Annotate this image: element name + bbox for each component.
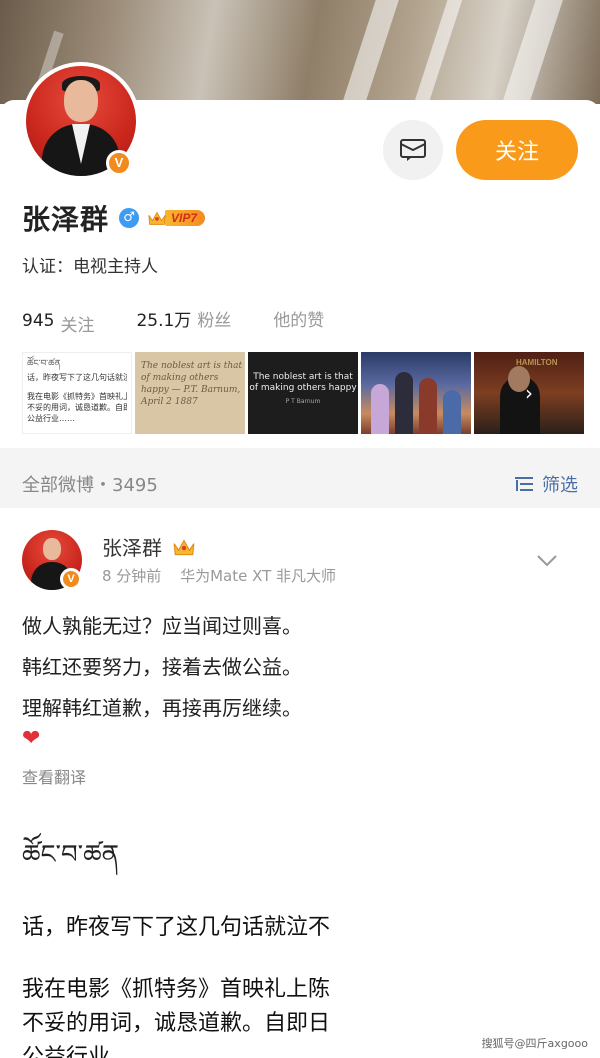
crown-icon <box>173 538 195 555</box>
crown-icon <box>148 211 166 225</box>
post-time: 8 分钟前 <box>102 567 162 585</box>
profile-name: 张泽群 <box>22 203 110 236</box>
heart-emoji-icon: ❤ <box>22 726 41 751</box>
post-author[interactable]: 张泽群 <box>102 532 196 561</box>
vip-badge[interactable]: VIP7 <box>147 209 206 227</box>
following-stat[interactable]: 945 关注 <box>22 311 94 336</box>
filter-icon <box>515 477 533 491</box>
translate-link[interactable]: 查看翻译 <box>22 764 86 788</box>
album-thumbnail-more[interactable]: HAMILTON › <box>474 352 584 434</box>
album-thumbnail[interactable]: The noblest art is that of making others… <box>248 352 358 434</box>
feed-title: 全部微博・3495 <box>22 475 158 496</box>
feed-filter-bar: 全部微博・3495 筛选 <box>0 460 600 508</box>
chevron-right-icon: › <box>474 352 584 434</box>
post-meta: 8 分钟前 华为Mate XT 非凡大师 <box>102 565 336 586</box>
profile-name-row: 张泽群 ♂ VIP7 <box>22 198 206 238</box>
profile-stats: 945 关注 25.1万 粉丝 他的赞 <box>22 306 366 336</box>
likes-stat[interactable]: 他的赞 <box>273 306 324 331</box>
certification-text: 认证：电视主持人 <box>22 257 158 277</box>
followers-stat[interactable]: 25.1万 粉丝 <box>136 306 231 331</box>
post-image[interactable]: ཚོང་བ་ཚན 话，昨夜写下了这几句话就泣不 我在电影《抓特务》首映礼上陈 不… <box>22 820 394 1058</box>
verified-icon: V <box>60 568 82 590</box>
album-thumbnail[interactable]: ཚོང་བ་ཚན 话，昨夜写下了这几句话就泣不 我在电影《抓特务》首映礼上 不妥… <box>22 352 132 434</box>
section-divider <box>0 448 600 460</box>
album-thumbnails: ཚོང་བ་ཚན 话，昨夜写下了这几句话就泣不 我在电影《抓特务》首映礼上 不妥… <box>22 352 584 434</box>
post-text: 做人孰能无过？应当闻过则喜。 韩红还要努力，接着去做公益。 理解韩红道歉，再接再… <box>22 614 302 720</box>
filter-button[interactable]: 筛选 <box>514 471 578 497</box>
watermark: 搜狐号@四斤axgooo <box>477 1034 592 1052</box>
verified-icon: V <box>106 150 132 176</box>
follow-button[interactable]: 关注 <box>456 120 578 180</box>
album-thumbnail[interactable]: The noblest art is that of making others… <box>135 352 245 434</box>
chevron-down-icon[interactable] <box>536 554 558 568</box>
vip-level-label: VIP7 <box>165 210 206 226</box>
album-thumbnail[interactable] <box>361 352 471 434</box>
male-gender-icon: ♂ <box>119 208 140 228</box>
message-icon <box>400 139 426 161</box>
post-device: 华为Mate XT 非凡大师 <box>180 567 337 585</box>
message-button[interactable] <box>383 120 443 180</box>
